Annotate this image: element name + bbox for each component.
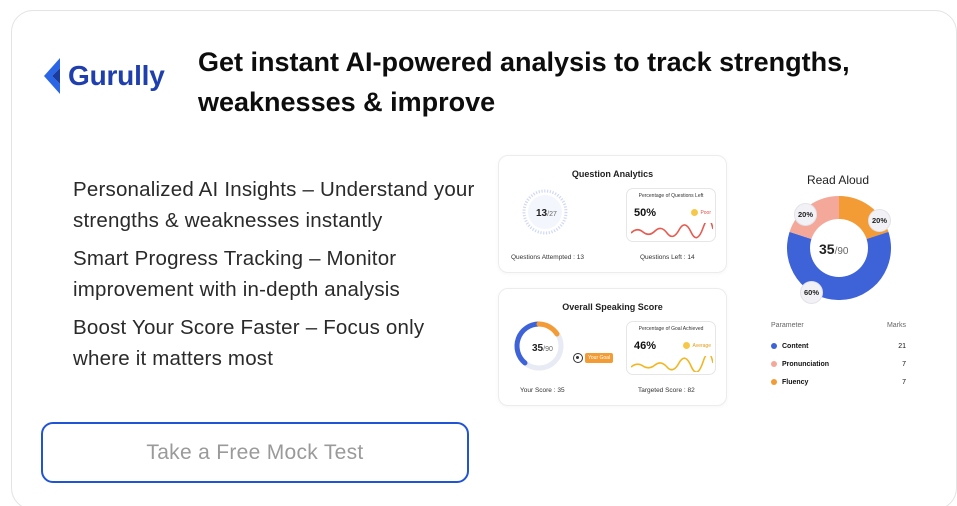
table-header: Parameter Marks <box>771 322 906 329</box>
goal-label: Your Goal <box>585 353 614 363</box>
speaking-score: 35/90 <box>532 343 553 354</box>
goal-achieved-card: Percentage of Goal Achieved 46% Average <box>626 321 716 375</box>
sparkline <box>631 356 713 372</box>
percent-value: 46% <box>634 340 657 352</box>
legend-swatch <box>771 361 777 367</box>
questions-left: Questions Left : 14 <box>640 254 695 261</box>
table-row: Content 21 <box>771 337 906 355</box>
read-aloud-score: 35/90 <box>819 241 849 257</box>
legend-swatch <box>771 379 777 385</box>
fluency-percent-pill: 20% <box>868 209 891 232</box>
overall-speaking-panel: Overall Speaking Score 35/90 Your Goal P… <box>498 288 727 406</box>
questions-attempted: Questions Attempted : 13 <box>511 254 584 261</box>
gurully-logo-icon <box>44 58 60 94</box>
questions-score: 13/27 <box>536 208 557 219</box>
status-badge: Average <box>683 342 711 349</box>
goal-marker: Your Goal <box>573 353 614 363</box>
brand-logo[interactable]: Gurully <box>40 56 165 96</box>
table-row: Pronunciation 7 <box>771 355 906 373</box>
header-parameter: Parameter <box>771 322 804 329</box>
pronunciation-percent-pill: 20% <box>794 203 817 226</box>
feature-item: Personalized AI Insights – Understand yo… <box>73 178 475 232</box>
question-analytics-panel: Question Analytics 13/27 Percentage of Q… <box>498 155 727 273</box>
table-row: Fluency 7 <box>771 373 906 391</box>
your-score: Your Score : 35 <box>520 387 565 394</box>
read-aloud-table: Parameter Marks Content 21 Pronunciation… <box>771 322 906 391</box>
feature-list: Personalized AI Insights – Understand yo… <box>73 174 483 381</box>
brand-name: Gurully <box>68 60 165 91</box>
card-label: Percentage of Questions Left <box>638 193 704 199</box>
card-label: Percentage of Goal Achieved <box>638 326 704 332</box>
content-percent-pill: 60% <box>800 281 823 304</box>
feature-item: Boost Your Score Faster – Focus only whe… <box>73 316 425 370</box>
panel-title: Question Analytics <box>571 169 654 179</box>
free-mock-test-button[interactable]: Take a Free Mock Test <box>41 422 469 483</box>
page-headline: Get instant AI-powered analysis to track… <box>198 47 850 117</box>
target-icon <box>573 353 583 363</box>
feature-item: Smart Progress Tracking – Monitor improv… <box>73 247 400 301</box>
read-aloud-title: Read Aloud <box>806 173 870 187</box>
questions-left-card: Percentage of Questions Left 50% Poor <box>626 188 716 242</box>
status-badge: Poor <box>691 209 711 216</box>
header-marks: Marks <box>886 322 906 329</box>
emoji-icon <box>691 209 699 216</box>
emoji-icon <box>683 342 691 349</box>
sparkline <box>631 223 713 239</box>
legend-swatch <box>771 343 777 349</box>
targeted-score: Targeted Score : 82 <box>638 387 695 394</box>
percent-value: 50% <box>634 207 657 219</box>
panel-title: Overall Speaking Score <box>562 302 663 312</box>
